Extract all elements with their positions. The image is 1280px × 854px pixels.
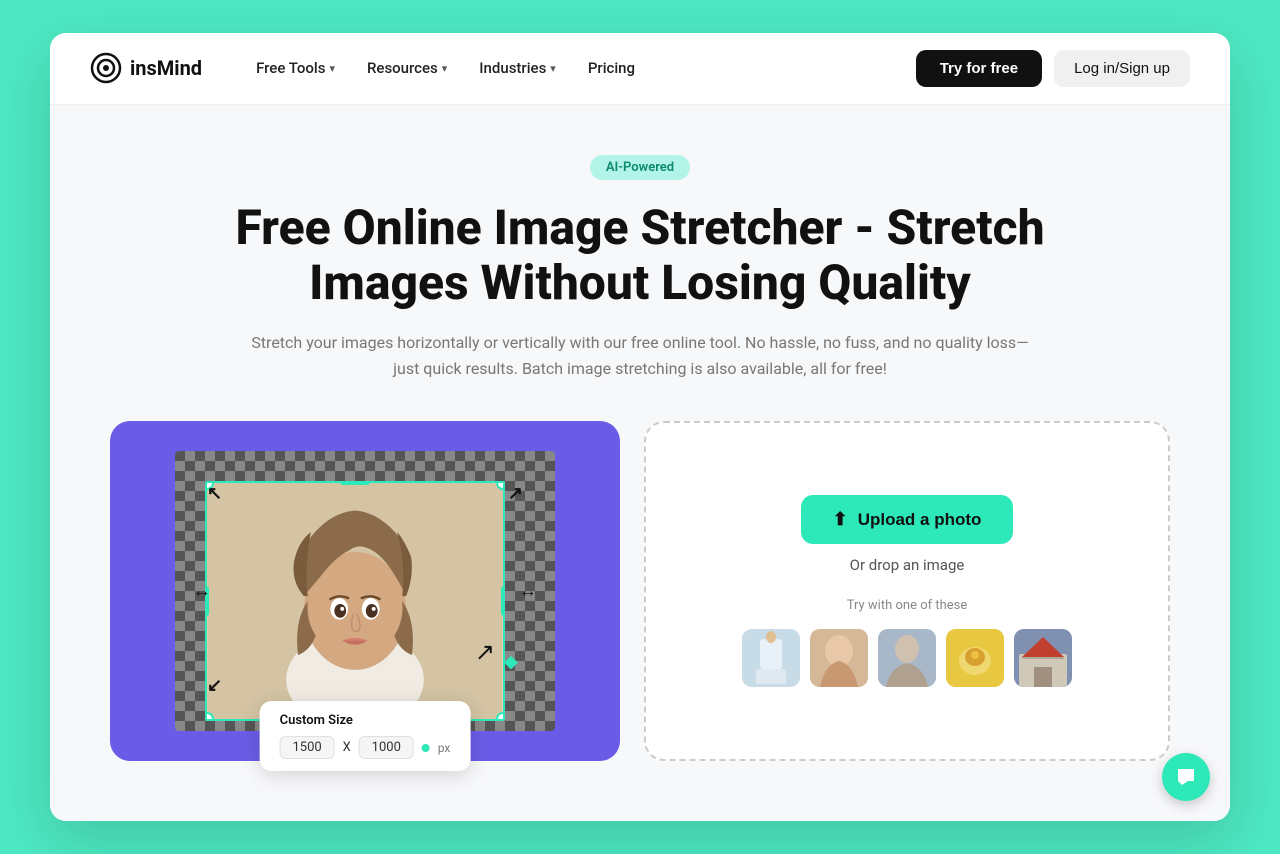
sample-images bbox=[742, 629, 1072, 687]
arrow-bottomleft-icon: ↙ bbox=[207, 675, 222, 696]
nav-links: Free Tools ▾ Resources ▾ Industries ▾ Pr… bbox=[242, 51, 916, 85]
arrow-middleleft-icon: ↔ bbox=[193, 581, 211, 602]
upload-panel[interactable]: ⬆ Upload a photo Or drop an image Try wi… bbox=[644, 421, 1170, 761]
link-icon bbox=[422, 744, 430, 752]
arrow-middleright-icon: ↔ bbox=[519, 581, 537, 602]
unit-label: px bbox=[438, 741, 451, 755]
ai-badge: AI-Powered bbox=[590, 155, 690, 180]
upload-button[interactable]: ⬆ Upload a photo bbox=[801, 495, 1014, 544]
tool-area: ↖ ↗ ↙ ↔ ↔ ↗ ⬥ Custom Size 1500 X 1000 bbox=[110, 421, 1170, 761]
nav-item-free-tools[interactable]: Free Tools ▾ bbox=[242, 51, 349, 85]
logo-icon bbox=[90, 52, 122, 84]
nav-actions: Try for free Log in/Sign up bbox=[916, 50, 1190, 87]
login-button[interactable]: Log in/Sign up bbox=[1054, 50, 1190, 87]
arrow-topleft-icon: ↖ bbox=[207, 483, 222, 504]
height-input[interactable]: 1000 bbox=[359, 736, 414, 759]
arrow-topright-icon: ↗ bbox=[508, 483, 523, 504]
chevron-down-icon: ▾ bbox=[329, 62, 335, 75]
nav-item-industries[interactable]: Industries ▾ bbox=[465, 51, 570, 85]
stretch-arrow-icon: ⬥ bbox=[504, 649, 518, 673]
sample-image-1[interactable] bbox=[742, 629, 800, 687]
cursor-icon: ↗ bbox=[475, 638, 495, 666]
upload-icon: ⬆ bbox=[833, 509, 848, 530]
chat-icon bbox=[1174, 765, 1198, 789]
sample-image-3[interactable] bbox=[878, 629, 936, 687]
nav-item-resources[interactable]: Resources ▾ bbox=[353, 51, 461, 85]
width-input[interactable]: 1500 bbox=[280, 736, 335, 759]
sample-label: Try with one of these bbox=[847, 598, 968, 613]
sample-image-4[interactable] bbox=[946, 629, 1004, 687]
hero-subtitle: Stretch your images horizontally or vert… bbox=[250, 330, 1030, 381]
try-for-free-button[interactable]: Try for free bbox=[916, 50, 1042, 87]
canvas-area: ↖ ↗ ↙ ↔ ↔ bbox=[175, 451, 555, 731]
chevron-down-icon: ▾ bbox=[550, 62, 556, 75]
size-fields: 1500 X 1000 px bbox=[280, 736, 451, 759]
resize-handle-top[interactable] bbox=[340, 481, 370, 485]
nav-item-pricing[interactable]: Pricing bbox=[574, 51, 649, 85]
sample-image-2[interactable] bbox=[810, 629, 868, 687]
drop-label: Or drop an image bbox=[850, 556, 965, 574]
chevron-down-icon: ▾ bbox=[442, 62, 448, 75]
logo-text: insMind bbox=[130, 56, 202, 80]
image-preview bbox=[205, 481, 505, 721]
page-title: Free Online Image Stretcher - Stretch Im… bbox=[190, 200, 1090, 310]
hero-section: AI-Powered Free Online Image Stretcher -… bbox=[110, 155, 1170, 382]
resize-handle-right[interactable] bbox=[501, 586, 505, 616]
resize-handle-br[interactable] bbox=[496, 712, 505, 721]
logo[interactable]: insMind bbox=[90, 52, 202, 84]
custom-size-label: Custom Size bbox=[280, 713, 451, 728]
chat-widget[interactable] bbox=[1162, 753, 1210, 801]
custom-size-popup: Custom Size 1500 X 1000 px bbox=[260, 701, 471, 771]
person-image bbox=[207, 483, 503, 719]
editor-panel: ↖ ↗ ↙ ↔ ↔ ↗ ⬥ Custom Size 1500 X 1000 bbox=[110, 421, 620, 761]
x-separator: X bbox=[343, 740, 351, 755]
sample-image-5[interactable] bbox=[1014, 629, 1072, 687]
